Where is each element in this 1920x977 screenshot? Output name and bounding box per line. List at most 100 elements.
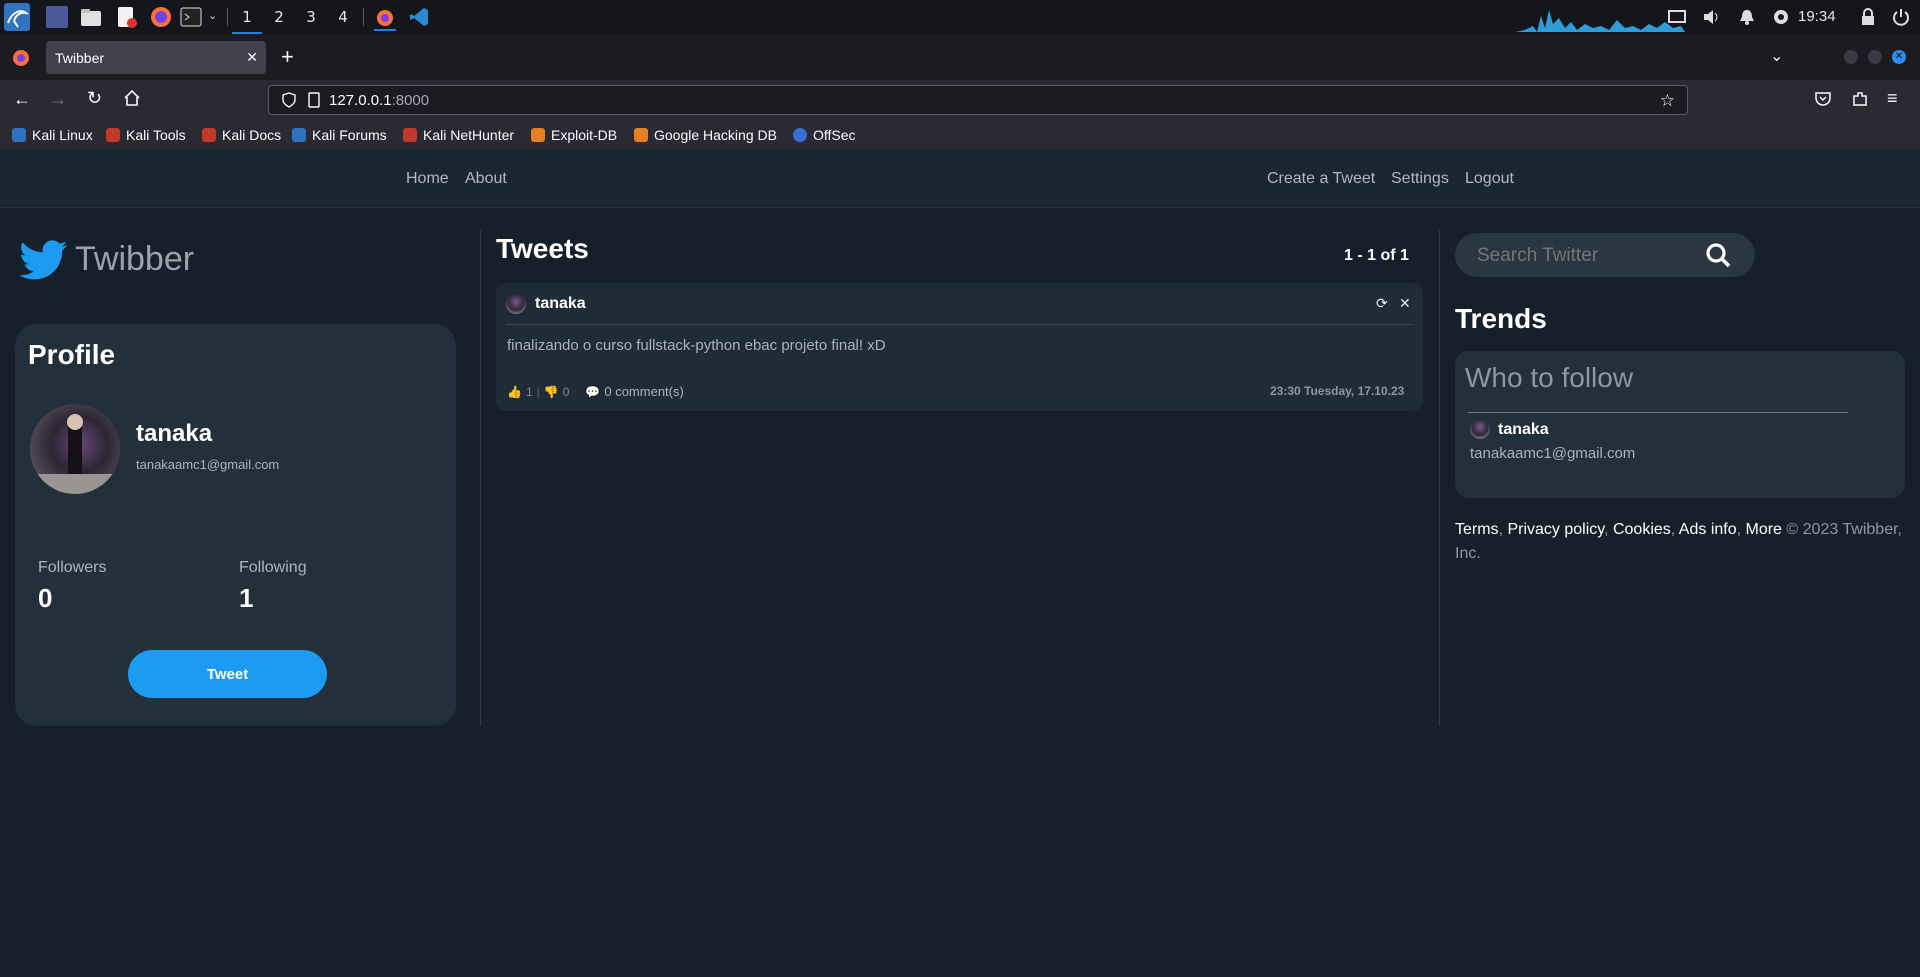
footer-privacy[interactable]: Privacy policy	[1507, 521, 1604, 538]
tweet-divider	[506, 324, 1413, 325]
nav-logout[interactable]: Logout	[1465, 170, 1514, 188]
tweet-author[interactable]: tanaka	[535, 295, 586, 313]
retweet-icon[interactable]: ⟳	[1376, 295, 1388, 312]
workspace-1[interactable]: 1	[232, 0, 262, 34]
vscode-window-icon[interactable]	[408, 6, 430, 28]
bookmark-kali-docs[interactable]: Kali Docs	[202, 124, 281, 146]
list-all-tabs-icon[interactable]: ⌄	[1770, 46, 1783, 66]
tweets-heading: Tweets	[496, 233, 589, 264]
site-navbar	[0, 150, 1920, 208]
new-tab-icon[interactable]: +	[281, 44, 294, 70]
back-icon[interactable]: ←	[13, 89, 31, 110]
bookmarks-bar	[0, 120, 1920, 150]
os-taskbar: ⌄ 1 2 3 4 19:34	[0, 0, 1920, 34]
tweet-button[interactable]: Tweet	[128, 650, 327, 698]
show-desktop-icon[interactable]	[46, 6, 68, 28]
lock-icon[interactable]	[1858, 7, 1878, 27]
maximize-window-icon[interactable]	[1868, 50, 1882, 64]
pagination-info: 1 - 1 of 1	[1344, 247, 1409, 264]
trends-heading: Trends	[1455, 303, 1547, 334]
browser-tab-twibber[interactable]: Twibber ✕	[46, 41, 266, 74]
terminal-icon[interactable]	[180, 6, 202, 28]
bookmark-kali-linux[interactable]: Kali Linux	[12, 124, 93, 146]
footer-cookies[interactable]: Cookies	[1613, 521, 1671, 538]
notification-icon[interactable]	[1737, 7, 1757, 27]
footer-terms[interactable]: Terms	[1455, 521, 1499, 538]
site-footer: Terms, Privacy policy, Cookies, Ads info…	[1455, 521, 1902, 562]
logout-icon[interactable]	[1891, 7, 1911, 27]
reload-icon[interactable]: ↻	[87, 88, 102, 109]
minimize-window-icon[interactable]	[1844, 50, 1858, 64]
workspace-3[interactable]: 3	[296, 0, 326, 34]
search-box	[1455, 233, 1755, 277]
text-editor-icon[interactable]	[115, 6, 137, 28]
suggest-avatar[interactable]	[1470, 419, 1490, 439]
twitter-bird-icon[interactable]	[20, 240, 68, 282]
close-tab-icon[interactable]: ✕	[246, 49, 258, 66]
url-bar[interactable]: 127.0.0.1:8000 ☆	[268, 85, 1688, 115]
followers-label: Followers	[38, 559, 107, 576]
nav-home[interactable]: Home	[406, 170, 449, 188]
pocket-icon[interactable]	[1814, 90, 1832, 108]
following-label: Following	[239, 559, 307, 576]
workspace-2[interactable]: 2	[264, 0, 294, 34]
brand-name[interactable]: Twibber	[75, 240, 194, 279]
hamburger-menu-icon[interactable]: ≡	[1887, 88, 1898, 109]
file-manager-icon[interactable]	[80, 6, 102, 28]
bookmark-kali-nethunter[interactable]: Kali NetHunter	[403, 124, 514, 146]
like-icon[interactable]: 👍	[507, 385, 522, 399]
forward-icon[interactable]: →	[49, 89, 67, 110]
search-input[interactable]	[1477, 245, 1697, 267]
search-icon[interactable]	[1705, 242, 1731, 268]
column-divider-left	[480, 230, 481, 726]
url-text[interactable]: 127.0.0.1:8000	[329, 92, 429, 109]
avatar[interactable]	[30, 404, 120, 494]
tweet-author-avatar[interactable]	[506, 294, 526, 314]
nav-create-tweet[interactable]: Create a Tweet	[1267, 170, 1375, 188]
dislike-icon[interactable]: 👎	[544, 385, 559, 399]
page-info-icon[interactable]	[307, 92, 321, 108]
nav-about[interactable]: About	[465, 170, 507, 188]
cpu-graph	[1515, 6, 1685, 32]
bookmark-google-hacking-db[interactable]: Google Hacking DB	[634, 124, 777, 146]
who-to-follow-heading: Who to follow	[1465, 362, 1634, 393]
suggest-name[interactable]: tanaka	[1498, 421, 1549, 439]
shield-icon[interactable]	[281, 92, 297, 108]
bookmark-kali-tools[interactable]: Kali Tools	[106, 124, 186, 146]
firefox-launcher-icon[interactable]	[150, 6, 172, 28]
who-to-follow-divider	[1468, 412, 1848, 413]
close-window-icon[interactable]: ✕	[1892, 50, 1906, 64]
bookmark-exploit-db[interactable]: Exploit-DB	[531, 124, 617, 146]
volume-icon[interactable]	[1701, 7, 1721, 27]
tweet-actions: 👍 1 | 👎 0 💬 0 comment(s)	[507, 384, 684, 399]
kali-menu-icon[interactable]	[4, 3, 30, 31]
firefox-view-icon[interactable]	[12, 49, 30, 67]
profile-heading: Profile	[28, 339, 116, 370]
delete-tweet-icon[interactable]: ✕	[1399, 295, 1411, 312]
workspace-4[interactable]: 4	[328, 0, 358, 34]
nav-settings[interactable]: Settings	[1391, 170, 1449, 188]
url-host: 127.0.0.1	[329, 92, 392, 109]
display-icon[interactable]	[1667, 7, 1687, 27]
footer-more[interactable]: More	[1746, 521, 1782, 538]
followers-count[interactable]: 0	[38, 583, 52, 614]
footer-ads-info[interactable]: Ads info	[1679, 521, 1737, 538]
power-status-icon[interactable]	[1771, 7, 1791, 27]
comments-link[interactable]: 0 comment(s)	[604, 384, 683, 399]
suggest-email: tanakaamc1@gmail.com	[1470, 445, 1636, 462]
comment-icon[interactable]: 💬	[585, 385, 600, 399]
clock[interactable]: 19:34	[1798, 8, 1836, 25]
bookmark-offsec[interactable]: OffSec	[793, 124, 856, 146]
profile-name: tanaka	[136, 420, 213, 447]
profile-email: tanakaamc1@gmail.com	[136, 457, 280, 472]
tweet-timestamp: 23:30 Tuesday, 17.10.23	[1270, 384, 1405, 398]
like-count: 1	[525, 384, 533, 399]
following-count[interactable]: 1	[239, 583, 253, 614]
firefox-window-icon[interactable]	[374, 3, 396, 31]
home-icon[interactable]	[123, 89, 141, 107]
bookmark-star-icon[interactable]: ☆	[1660, 91, 1675, 111]
extensions-icon[interactable]	[1851, 90, 1869, 108]
chevron-down-icon[interactable]: ⌄	[208, 9, 217, 22]
tab-title: Twibber	[55, 50, 105, 66]
bookmark-kali-forums[interactable]: Kali Forums	[292, 124, 387, 146]
